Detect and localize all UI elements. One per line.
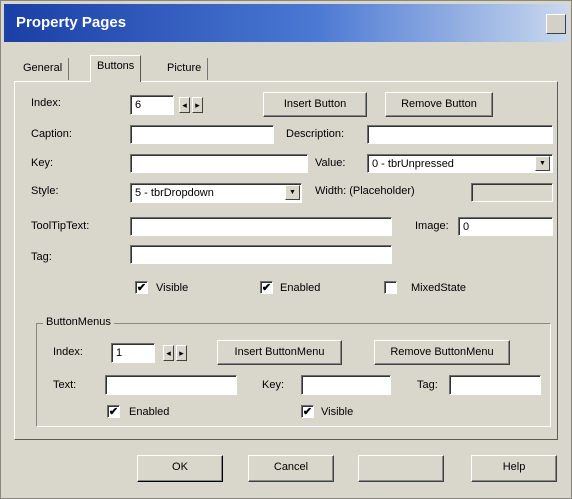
mixedstate-label: MixedState bbox=[411, 282, 467, 294]
index-label: Index: bbox=[31, 97, 61, 109]
buttonmenu-text-field[interactable] bbox=[105, 375, 237, 395]
tag-field[interactable] bbox=[130, 245, 392, 264]
tooltiptext-label: ToolTipText: bbox=[31, 220, 90, 232]
style-select-text: 5 - tbrDropdown bbox=[135, 187, 214, 199]
value-select-text: 0 - tbrUnpressed bbox=[372, 158, 454, 170]
value-dropdown-arrow-icon[interactable]: ▼ bbox=[535, 156, 550, 171]
buttonmenu-visible-label: Visible bbox=[321, 406, 354, 418]
buttonmenu-tag-field[interactable] bbox=[449, 375, 541, 395]
key-label: Key: bbox=[31, 157, 54, 169]
caption-label: Caption: bbox=[31, 128, 72, 140]
width-label: Width: (Placeholder) bbox=[315, 185, 415, 197]
tab-buttons[interactable]: Buttons bbox=[90, 55, 142, 82]
help-button[interactable]: Help bbox=[471, 455, 557, 482]
mixedstate-checkbox[interactable] bbox=[384, 281, 397, 294]
value-label: Value: bbox=[315, 157, 346, 169]
description-field[interactable] bbox=[367, 125, 553, 144]
cancel-button[interactable]: Cancel bbox=[248, 455, 334, 482]
style-dropdown-arrow-icon[interactable]: ▼ bbox=[285, 185, 300, 200]
caption-field[interactable] bbox=[130, 125, 274, 144]
ok-button[interactable]: OK bbox=[137, 455, 223, 482]
buttonmenu-key-label: Key: bbox=[262, 379, 285, 391]
visible-label: Visible bbox=[156, 282, 189, 294]
insert-buttonmenu-button[interactable]: Insert ButtonMenu bbox=[217, 340, 342, 365]
tab-picture[interactable]: Picture bbox=[161, 58, 209, 80]
title-bar[interactable]: Property Pages bbox=[4, 4, 568, 42]
style-select[interactable]: 5 - tbrDropdown bbox=[130, 183, 302, 203]
style-label: Style: bbox=[31, 185, 59, 197]
buttonmenu-tag-label: Tag: bbox=[417, 379, 438, 391]
image-label: Image: bbox=[415, 220, 449, 232]
buttonmenu-key-field[interactable] bbox=[301, 375, 391, 395]
buttonmenus-group-title: ButtonMenus bbox=[43, 316, 114, 328]
width-field[interactable] bbox=[471, 183, 553, 202]
tab-buttons-label: Buttons bbox=[97, 60, 135, 72]
buttonmenu-enabled-checkbox[interactable]: ✔ bbox=[107, 405, 120, 418]
tab-general[interactable]: General bbox=[17, 58, 70, 80]
tab-picture-label: Picture bbox=[167, 62, 202, 74]
index-field[interactable]: 6 bbox=[130, 95, 174, 115]
window-title: Property Pages bbox=[16, 14, 127, 31]
value-select[interactable]: 0 - tbrUnpressed bbox=[367, 154, 553, 173]
property-pages-dialog: Property Pages General Buttons Picture I… bbox=[0, 0, 572, 499]
image-field[interactable]: 0 bbox=[458, 217, 553, 236]
buttonmenu-index-field[interactable]: 1 bbox=[111, 343, 155, 363]
buttonmenu-text-label: Text: bbox=[53, 379, 77, 391]
enabled-label: Enabled bbox=[280, 282, 321, 294]
close-button[interactable] bbox=[546, 14, 566, 34]
remove-buttonmenu-button[interactable]: Remove ButtonMenu bbox=[374, 340, 510, 365]
visible-checkbox[interactable]: ✔ bbox=[135, 281, 148, 294]
apply-button[interactable] bbox=[358, 455, 444, 482]
enabled-checkbox[interactable]: ✔ bbox=[260, 281, 273, 294]
buttonmenu-enabled-label: Enabled bbox=[129, 406, 170, 418]
key-field[interactable] bbox=[130, 154, 308, 173]
buttonmenu-visible-checkbox[interactable]: ✔ bbox=[301, 405, 314, 418]
description-label: Description: bbox=[286, 128, 345, 140]
index-spin-right[interactable]: ▸ bbox=[192, 97, 203, 113]
buttonmenu-index-spin-right[interactable]: ▸ bbox=[176, 345, 187, 361]
tag-label: Tag: bbox=[31, 251, 52, 263]
tab-general-label: General bbox=[23, 62, 63, 74]
tooltiptext-field[interactable] bbox=[130, 217, 392, 236]
buttonmenu-index-spin-left[interactable]: ◂ bbox=[163, 345, 174, 361]
insert-button-button[interactable]: Insert Button bbox=[263, 92, 367, 117]
index-spin-left[interactable]: ◂ bbox=[179, 97, 190, 113]
remove-button-button[interactable]: Remove Button bbox=[385, 92, 493, 117]
buttonmenu-index-label: Index: bbox=[53, 346, 83, 358]
